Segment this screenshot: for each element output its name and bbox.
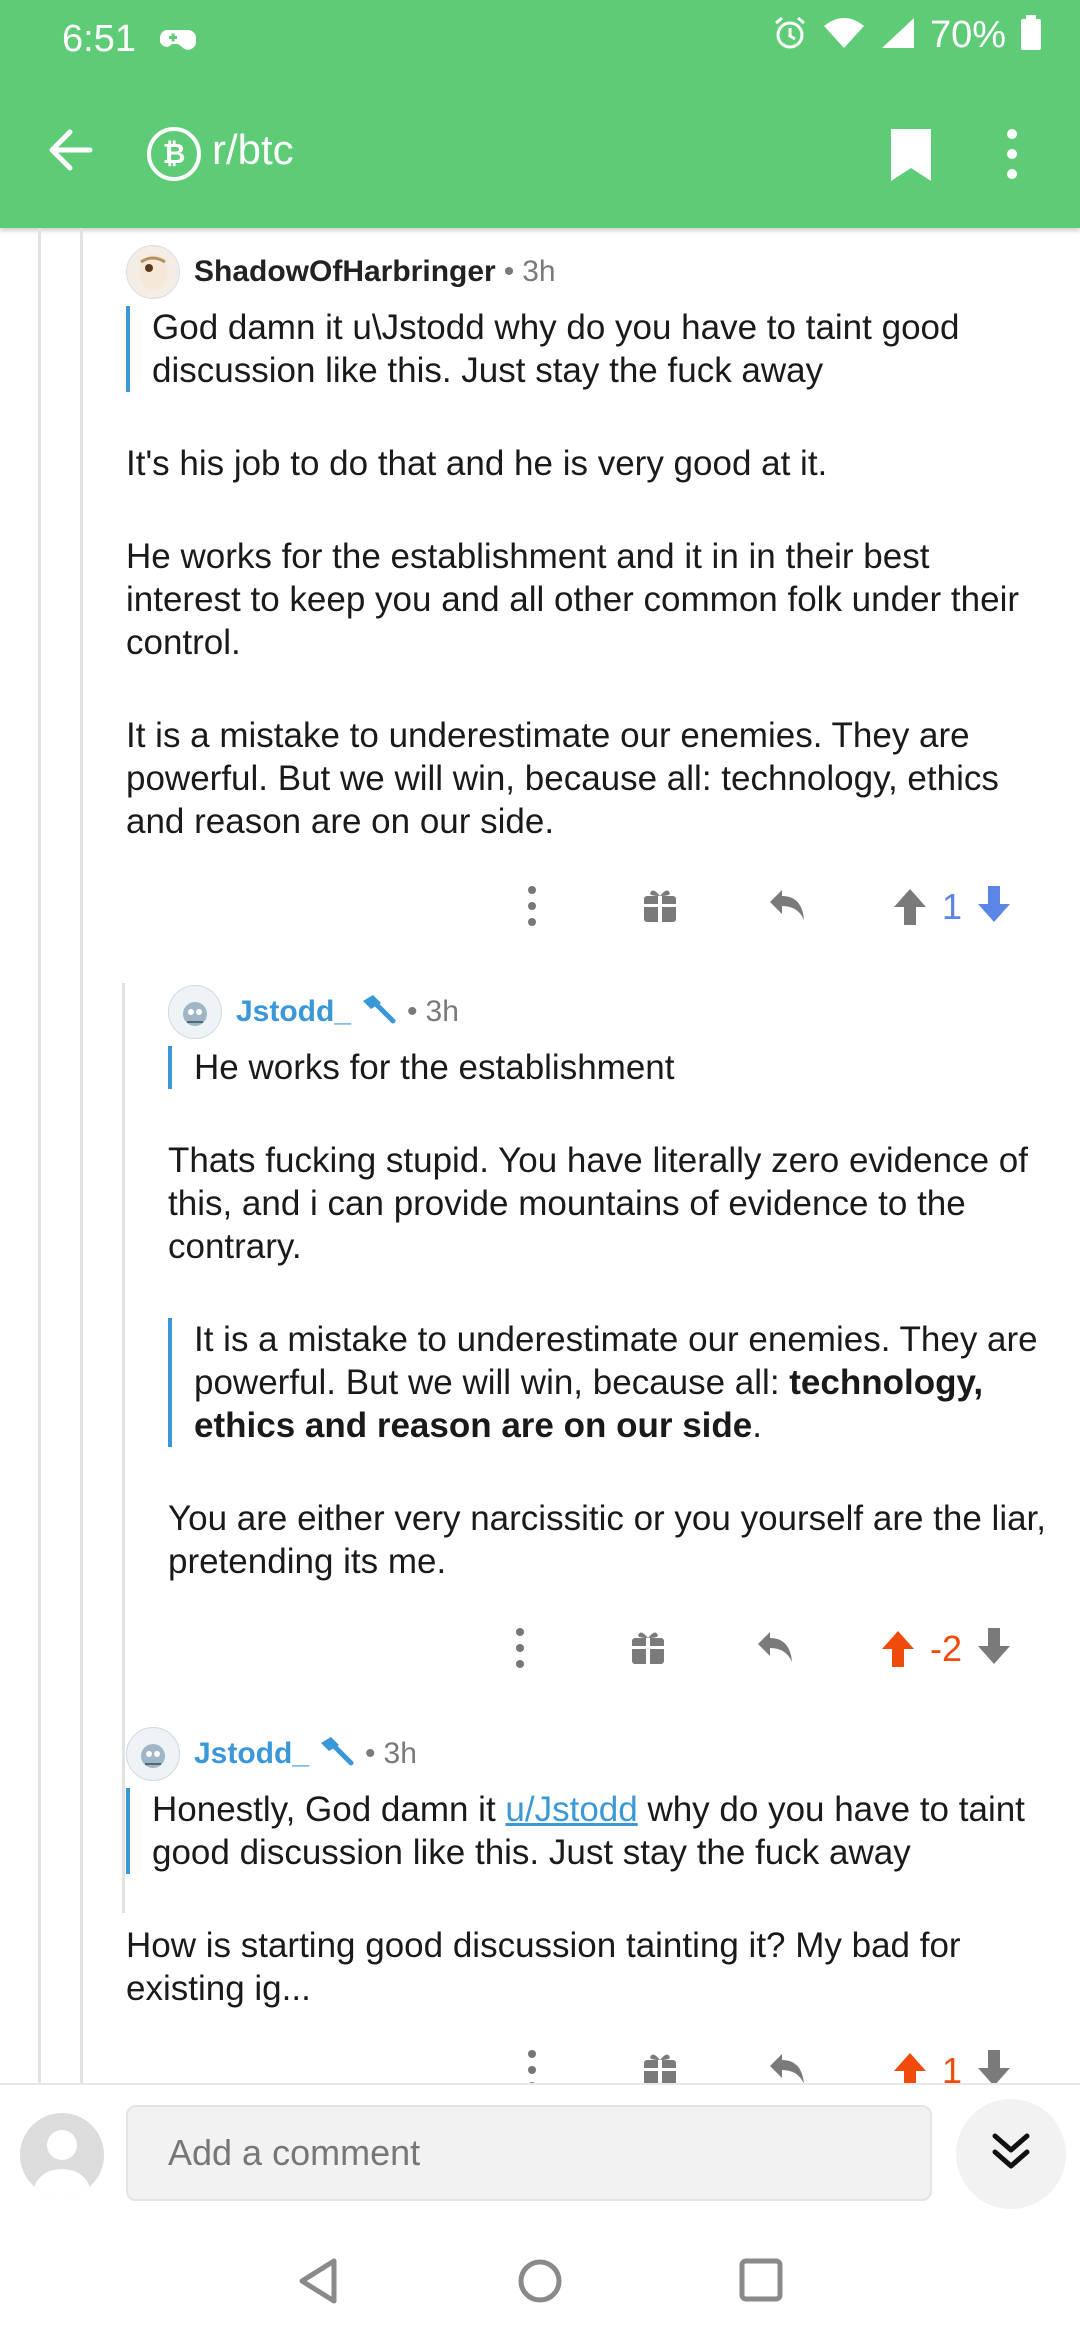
upvote-arrow-icon[interactable]: -2 (880, 1626, 1012, 1671)
subreddit-title[interactable]: r/btc (212, 126, 294, 174)
avatar[interactable] (168, 985, 222, 1039)
comment-author[interactable]: Jstodd_ (194, 1737, 309, 1771)
thread-rail (122, 983, 125, 1913)
upvote-arrow-icon[interactable]: 1 (892, 2048, 1012, 2083)
comment-actions: 1 (0, 2048, 1080, 2083)
upvote-arrow-icon[interactable]: 1 (892, 884, 1012, 929)
app-bar: ₿ r/btc (0, 78, 1080, 228)
status-time: 6:51 (62, 18, 136, 60)
comment-paragraph: You are either very narcissitic or you y… (168, 1499, 1047, 1581)
avatar[interactable] (126, 245, 180, 299)
double-chevron-down-icon (989, 2130, 1033, 2179)
comment: Jstodd_ • 3h He works for the establishm… (168, 985, 1058, 1583)
nav-back-icon[interactable] (296, 2257, 340, 2310)
more-vertical-icon[interactable] (524, 884, 540, 928)
vote-score: 1 (942, 2049, 963, 2084)
downvote-arrow-icon[interactable] (976, 2048, 1012, 2083)
wifi-icon (822, 16, 866, 55)
comment: Jstodd_ • 3h Honestly, God damn it u/Jst… (126, 1727, 1056, 2010)
bitcoin-icon: ₿ (146, 126, 202, 187)
battery-icon (1020, 15, 1042, 56)
reply-icon[interactable] (766, 2048, 808, 2083)
status-bar: 6:51 70% (0, 0, 1080, 78)
reply-icon[interactable] (754, 1626, 796, 1666)
comment-age: 3h (522, 255, 556, 288)
nav-recents-icon[interactable] (738, 2257, 784, 2308)
mod-shield-icon (317, 1733, 357, 1775)
arrow-left-icon[interactable] (44, 124, 96, 181)
comment-actions: 1 (0, 884, 1080, 944)
comment-actions: -2 (0, 1626, 1080, 1686)
comment-paragraph: It is a mistake to underestimate our ene… (126, 716, 999, 841)
cell-signal-icon (880, 16, 916, 55)
bookmark-icon[interactable] (888, 126, 934, 189)
comment-paragraph: How is starting good discussion tainting… (126, 1926, 961, 2008)
svg-text:₿: ₿ (163, 137, 186, 170)
user-mention-link[interactable]: u/Jstodd (505, 1790, 637, 1829)
comment-composer: Add a comment (0, 2083, 1080, 2225)
comment-paragraph: Thats fucking stupid. You have literally… (168, 1141, 1028, 1266)
add-comment-input[interactable]: Add a comment (126, 2105, 932, 2201)
comment-paragraph: He works for the establishment and it in… (126, 537, 1019, 662)
comment-quote: He works for the establishment (168, 1046, 1058, 1089)
thread-rail (38, 228, 41, 2083)
more-vertical-icon[interactable] (524, 2048, 540, 2083)
user-avatar-icon[interactable] (20, 2113, 104, 2197)
comment: ShadowOfHarbringer • 3h God damn it u\Js… (126, 245, 1046, 843)
comment-thread: ShadowOfHarbringer • 3h God damn it u\Js… (0, 228, 1080, 2083)
vote-score: -2 (930, 1627, 963, 1669)
comment-age: 3h (425, 995, 459, 1028)
collapse-comments-button[interactable] (956, 2099, 1066, 2209)
gift-icon[interactable] (628, 1626, 668, 1666)
thread-rail (80, 228, 83, 2083)
comment-paragraph: It's his job to do that and he is very g… (126, 444, 828, 483)
more-vertical-icon[interactable] (1004, 128, 1020, 185)
comment-quote: Honestly, God damn it u/Jstodd why do yo… (126, 1788, 1056, 1874)
gift-icon[interactable] (640, 2048, 680, 2083)
downvote-arrow-icon[interactable] (976, 1626, 1012, 1671)
vote-score: 1 (942, 885, 963, 927)
comment-quote: It is a mistake to underestimate our ene… (168, 1318, 1058, 1447)
more-vertical-icon[interactable] (512, 1626, 528, 1670)
reply-icon[interactable] (766, 884, 808, 924)
comment-age: 3h (383, 1737, 417, 1770)
system-nav-bar (0, 2223, 1080, 2340)
comment-author[interactable]: ShadowOfHarbringer (194, 255, 496, 289)
comment-quote: God damn it u\Jstodd why do you have to … (126, 306, 1046, 392)
gift-icon[interactable] (640, 884, 680, 924)
downvote-arrow-icon[interactable] (976, 884, 1012, 929)
avatar[interactable] (126, 1727, 180, 1781)
alarm-icon (772, 15, 808, 56)
nav-home-icon[interactable] (516, 2257, 564, 2310)
comment-author[interactable]: Jstodd_ (236, 995, 351, 1029)
game-controller-icon (159, 24, 200, 61)
mod-shield-icon (359, 991, 399, 1033)
battery-percent: 70% (929, 14, 1006, 56)
